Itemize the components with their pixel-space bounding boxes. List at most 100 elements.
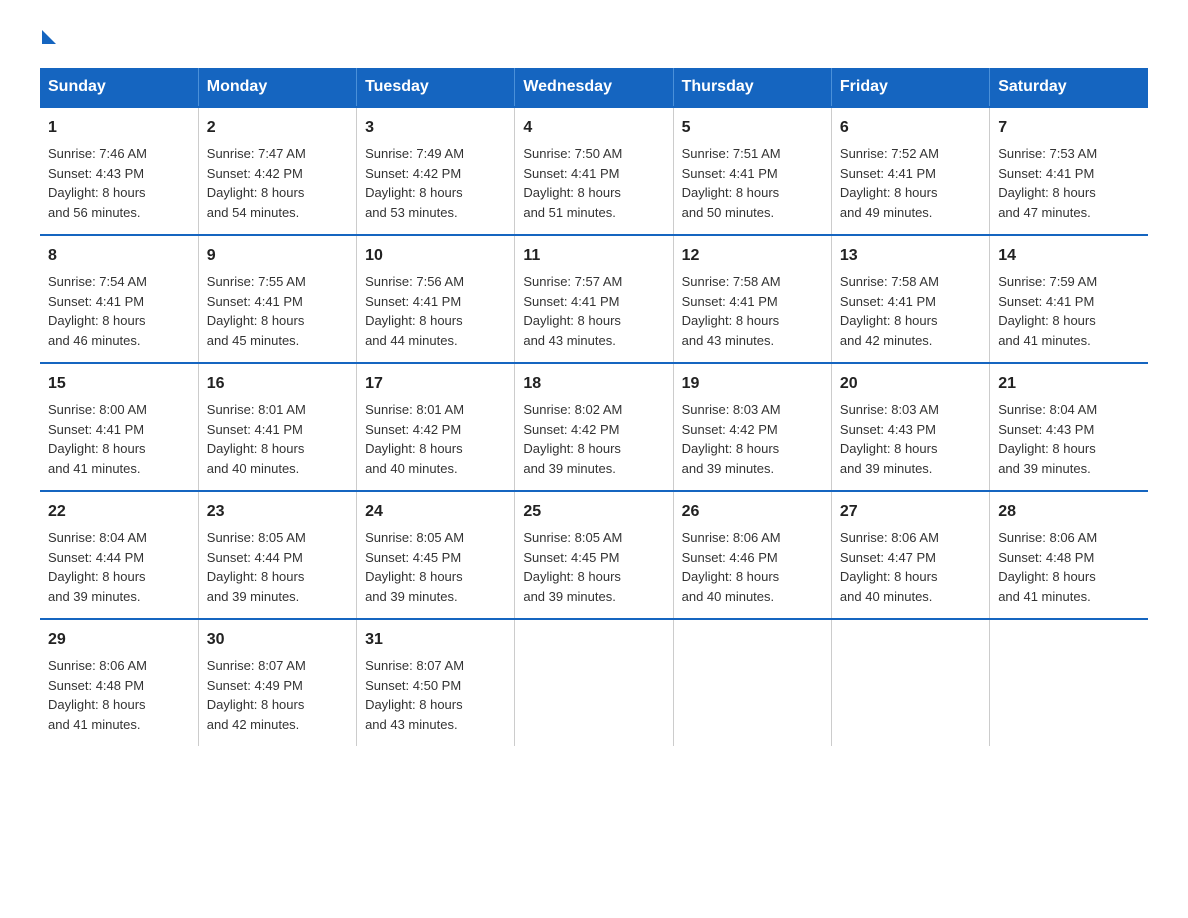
day-number: 8	[48, 244, 190, 268]
day-info: Sunrise: 8:06 AMSunset: 4:48 PMDaylight:…	[48, 658, 147, 732]
calendar-table: Sunday Monday Tuesday Wednesday Thursday…	[40, 68, 1148, 746]
day-number: 10	[365, 244, 506, 268]
day-info: Sunrise: 8:07 AMSunset: 4:50 PMDaylight:…	[365, 658, 464, 732]
day-info: Sunrise: 7:47 AMSunset: 4:42 PMDaylight:…	[207, 146, 306, 220]
day-number: 21	[998, 372, 1140, 396]
day-info: Sunrise: 8:05 AMSunset: 4:44 PMDaylight:…	[207, 530, 306, 604]
day-number: 7	[998, 116, 1140, 140]
calendar-cell: 2 Sunrise: 7:47 AMSunset: 4:42 PMDayligh…	[198, 107, 356, 235]
calendar-cell: 1 Sunrise: 7:46 AMSunset: 4:43 PMDayligh…	[40, 107, 198, 235]
day-number: 25	[523, 500, 664, 524]
calendar-week-row: 8 Sunrise: 7:54 AMSunset: 4:41 PMDayligh…	[40, 235, 1148, 363]
day-info: Sunrise: 8:00 AMSunset: 4:41 PMDaylight:…	[48, 402, 147, 476]
day-info: Sunrise: 8:02 AMSunset: 4:42 PMDaylight:…	[523, 402, 622, 476]
calendar-cell	[990, 619, 1148, 746]
day-number: 27	[840, 500, 981, 524]
day-number: 23	[207, 500, 348, 524]
calendar-cell: 20 Sunrise: 8:03 AMSunset: 4:43 PMDaylig…	[831, 363, 989, 491]
header-saturday: Saturday	[990, 68, 1148, 107]
day-info: Sunrise: 8:05 AMSunset: 4:45 PMDaylight:…	[523, 530, 622, 604]
day-info: Sunrise: 7:53 AMSunset: 4:41 PMDaylight:…	[998, 146, 1097, 220]
calendar-cell: 14 Sunrise: 7:59 AMSunset: 4:41 PMDaylig…	[990, 235, 1148, 363]
calendar-cell: 26 Sunrise: 8:06 AMSunset: 4:46 PMDaylig…	[673, 491, 831, 619]
day-number: 2	[207, 116, 348, 140]
calendar-cell: 23 Sunrise: 8:05 AMSunset: 4:44 PMDaylig…	[198, 491, 356, 619]
day-info: Sunrise: 8:01 AMSunset: 4:42 PMDaylight:…	[365, 402, 464, 476]
calendar-cell: 19 Sunrise: 8:03 AMSunset: 4:42 PMDaylig…	[673, 363, 831, 491]
day-info: Sunrise: 7:58 AMSunset: 4:41 PMDaylight:…	[682, 274, 781, 348]
header-friday: Friday	[831, 68, 989, 107]
day-info: Sunrise: 8:07 AMSunset: 4:49 PMDaylight:…	[207, 658, 306, 732]
day-number: 1	[48, 116, 190, 140]
day-info: Sunrise: 7:59 AMSunset: 4:41 PMDaylight:…	[998, 274, 1097, 348]
day-info: Sunrise: 8:06 AMSunset: 4:46 PMDaylight:…	[682, 530, 781, 604]
calendar-cell: 5 Sunrise: 7:51 AMSunset: 4:41 PMDayligh…	[673, 107, 831, 235]
day-number: 15	[48, 372, 190, 396]
page-header	[40, 30, 1148, 48]
calendar-cell: 28 Sunrise: 8:06 AMSunset: 4:48 PMDaylig…	[990, 491, 1148, 619]
calendar-cell: 21 Sunrise: 8:04 AMSunset: 4:43 PMDaylig…	[990, 363, 1148, 491]
calendar-cell: 8 Sunrise: 7:54 AMSunset: 4:41 PMDayligh…	[40, 235, 198, 363]
day-number: 14	[998, 244, 1140, 268]
day-info: Sunrise: 7:51 AMSunset: 4:41 PMDaylight:…	[682, 146, 781, 220]
header-tuesday: Tuesday	[357, 68, 515, 107]
calendar-cell: 15 Sunrise: 8:00 AMSunset: 4:41 PMDaylig…	[40, 363, 198, 491]
day-number: 12	[682, 244, 823, 268]
calendar-cell: 10 Sunrise: 7:56 AMSunset: 4:41 PMDaylig…	[357, 235, 515, 363]
calendar-cell: 4 Sunrise: 7:50 AMSunset: 4:41 PMDayligh…	[515, 107, 673, 235]
calendar-cell: 29 Sunrise: 8:06 AMSunset: 4:48 PMDaylig…	[40, 619, 198, 746]
calendar-cell: 17 Sunrise: 8:01 AMSunset: 4:42 PMDaylig…	[357, 363, 515, 491]
day-info: Sunrise: 7:50 AMSunset: 4:41 PMDaylight:…	[523, 146, 622, 220]
calendar-cell: 12 Sunrise: 7:58 AMSunset: 4:41 PMDaylig…	[673, 235, 831, 363]
day-info: Sunrise: 7:58 AMSunset: 4:41 PMDaylight:…	[840, 274, 939, 348]
day-number: 17	[365, 372, 506, 396]
day-info: Sunrise: 7:56 AMSunset: 4:41 PMDaylight:…	[365, 274, 464, 348]
logo-triangle-icon	[42, 30, 56, 44]
day-number: 3	[365, 116, 506, 140]
day-info: Sunrise: 7:49 AMSunset: 4:42 PMDaylight:…	[365, 146, 464, 220]
calendar-cell: 18 Sunrise: 8:02 AMSunset: 4:42 PMDaylig…	[515, 363, 673, 491]
calendar-cell: 7 Sunrise: 7:53 AMSunset: 4:41 PMDayligh…	[990, 107, 1148, 235]
weekday-header-row: Sunday Monday Tuesday Wednesday Thursday…	[40, 68, 1148, 107]
calendar-cell: 25 Sunrise: 8:05 AMSunset: 4:45 PMDaylig…	[515, 491, 673, 619]
calendar-cell: 31 Sunrise: 8:07 AMSunset: 4:50 PMDaylig…	[357, 619, 515, 746]
calendar-cell	[831, 619, 989, 746]
day-info: Sunrise: 8:05 AMSunset: 4:45 PMDaylight:…	[365, 530, 464, 604]
day-info: Sunrise: 7:55 AMSunset: 4:41 PMDaylight:…	[207, 274, 306, 348]
calendar-cell	[515, 619, 673, 746]
day-number: 13	[840, 244, 981, 268]
day-info: Sunrise: 8:04 AMSunset: 4:43 PMDaylight:…	[998, 402, 1097, 476]
header-monday: Monday	[198, 68, 356, 107]
day-info: Sunrise: 7:46 AMSunset: 4:43 PMDaylight:…	[48, 146, 147, 220]
day-number: 24	[365, 500, 506, 524]
day-number: 5	[682, 116, 823, 140]
day-number: 28	[998, 500, 1140, 524]
calendar-cell: 6 Sunrise: 7:52 AMSunset: 4:41 PMDayligh…	[831, 107, 989, 235]
logo-blue-box	[40, 30, 56, 48]
logo	[40, 30, 56, 48]
header-thursday: Thursday	[673, 68, 831, 107]
header-wednesday: Wednesday	[515, 68, 673, 107]
day-info: Sunrise: 8:03 AMSunset: 4:43 PMDaylight:…	[840, 402, 939, 476]
day-number: 16	[207, 372, 348, 396]
day-number: 18	[523, 372, 664, 396]
calendar-week-row: 22 Sunrise: 8:04 AMSunset: 4:44 PMDaylig…	[40, 491, 1148, 619]
calendar-cell: 22 Sunrise: 8:04 AMSunset: 4:44 PMDaylig…	[40, 491, 198, 619]
calendar-cell: 3 Sunrise: 7:49 AMSunset: 4:42 PMDayligh…	[357, 107, 515, 235]
calendar-week-row: 15 Sunrise: 8:00 AMSunset: 4:41 PMDaylig…	[40, 363, 1148, 491]
day-number: 11	[523, 244, 664, 268]
day-info: Sunrise: 7:52 AMSunset: 4:41 PMDaylight:…	[840, 146, 939, 220]
day-number: 31	[365, 628, 506, 652]
day-info: Sunrise: 8:03 AMSunset: 4:42 PMDaylight:…	[682, 402, 781, 476]
day-number: 9	[207, 244, 348, 268]
calendar-week-row: 29 Sunrise: 8:06 AMSunset: 4:48 PMDaylig…	[40, 619, 1148, 746]
day-number: 22	[48, 500, 190, 524]
calendar-cell: 13 Sunrise: 7:58 AMSunset: 4:41 PMDaylig…	[831, 235, 989, 363]
calendar-cell: 30 Sunrise: 8:07 AMSunset: 4:49 PMDaylig…	[198, 619, 356, 746]
day-number: 20	[840, 372, 981, 396]
day-number: 4	[523, 116, 664, 140]
day-info: Sunrise: 8:06 AMSunset: 4:47 PMDaylight:…	[840, 530, 939, 604]
day-number: 26	[682, 500, 823, 524]
calendar-cell: 11 Sunrise: 7:57 AMSunset: 4:41 PMDaylig…	[515, 235, 673, 363]
day-number: 6	[840, 116, 981, 140]
